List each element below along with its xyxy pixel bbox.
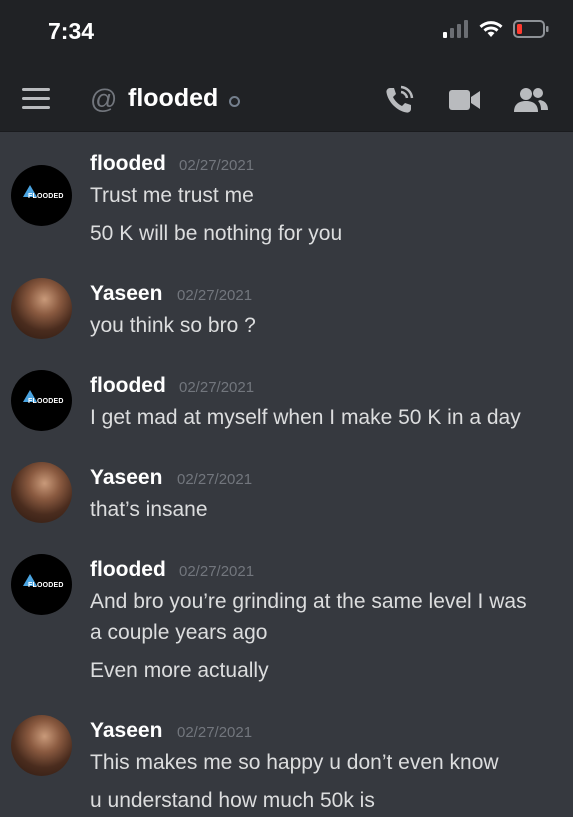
message-text: you think so bro ? [90, 314, 256, 337]
message-text: 50 K will be nothing for you [90, 222, 343, 245]
message-timestamp: 02/27/2021 [177, 724, 253, 741]
message-author[interactable]: flooded [90, 558, 166, 582]
voice-call-icon[interactable] [383, 84, 415, 116]
message-timestamp: 02/27/2021 [179, 563, 255, 580]
message-text: a couple years ago [90, 621, 268, 644]
message-text: I get mad at myself when I make 50 K in … [90, 406, 521, 429]
dm-recipient-name: flooded [128, 84, 219, 112]
member-list-icon[interactable] [513, 86, 549, 114]
message-timestamp: 02/27/2021 [177, 287, 253, 304]
channel-header: @ flooded [0, 66, 573, 132]
message-author[interactable]: flooded [90, 374, 166, 398]
message-text: that’s insane [90, 498, 208, 521]
message-text: And bro you’re grinding at the same leve… [90, 590, 527, 613]
avatar[interactable] [11, 278, 72, 339]
cellular-signal-icon [443, 20, 468, 38]
message-author[interactable]: Yaseen [90, 282, 162, 306]
avatar[interactable]: FLOODED [11, 554, 72, 615]
avatar[interactable] [11, 715, 72, 776]
message-timestamp: 02/27/2021 [179, 157, 255, 174]
menu-icon[interactable] [22, 88, 50, 110]
status-icons [443, 20, 549, 38]
avatar[interactable]: FLOODED [11, 370, 72, 431]
at-icon: @ [90, 84, 118, 114]
message-text: Even more actually [90, 659, 269, 682]
message-text: Trust me trust me [90, 184, 254, 207]
message-author[interactable]: Yaseen [90, 466, 162, 490]
message-timestamp: 02/27/2021 [179, 379, 255, 396]
message-text: u understand how much 50k is [90, 789, 375, 812]
message-text: This makes me so happy u don’t even know [90, 751, 499, 774]
status-bar: 7:34 [0, 0, 573, 66]
offline-status-icon [229, 96, 240, 107]
message-timestamp: 02/27/2021 [177, 471, 253, 488]
status-time: 7:34 [48, 18, 95, 44]
video-call-icon[interactable] [449, 88, 481, 112]
avatar[interactable]: FLOODED [11, 165, 72, 226]
battery-icon [513, 20, 549, 38]
message-author[interactable]: flooded [90, 152, 166, 176]
avatar[interactable] [11, 462, 72, 523]
wifi-icon [479, 21, 503, 37]
message-author[interactable]: Yaseen [90, 719, 162, 743]
